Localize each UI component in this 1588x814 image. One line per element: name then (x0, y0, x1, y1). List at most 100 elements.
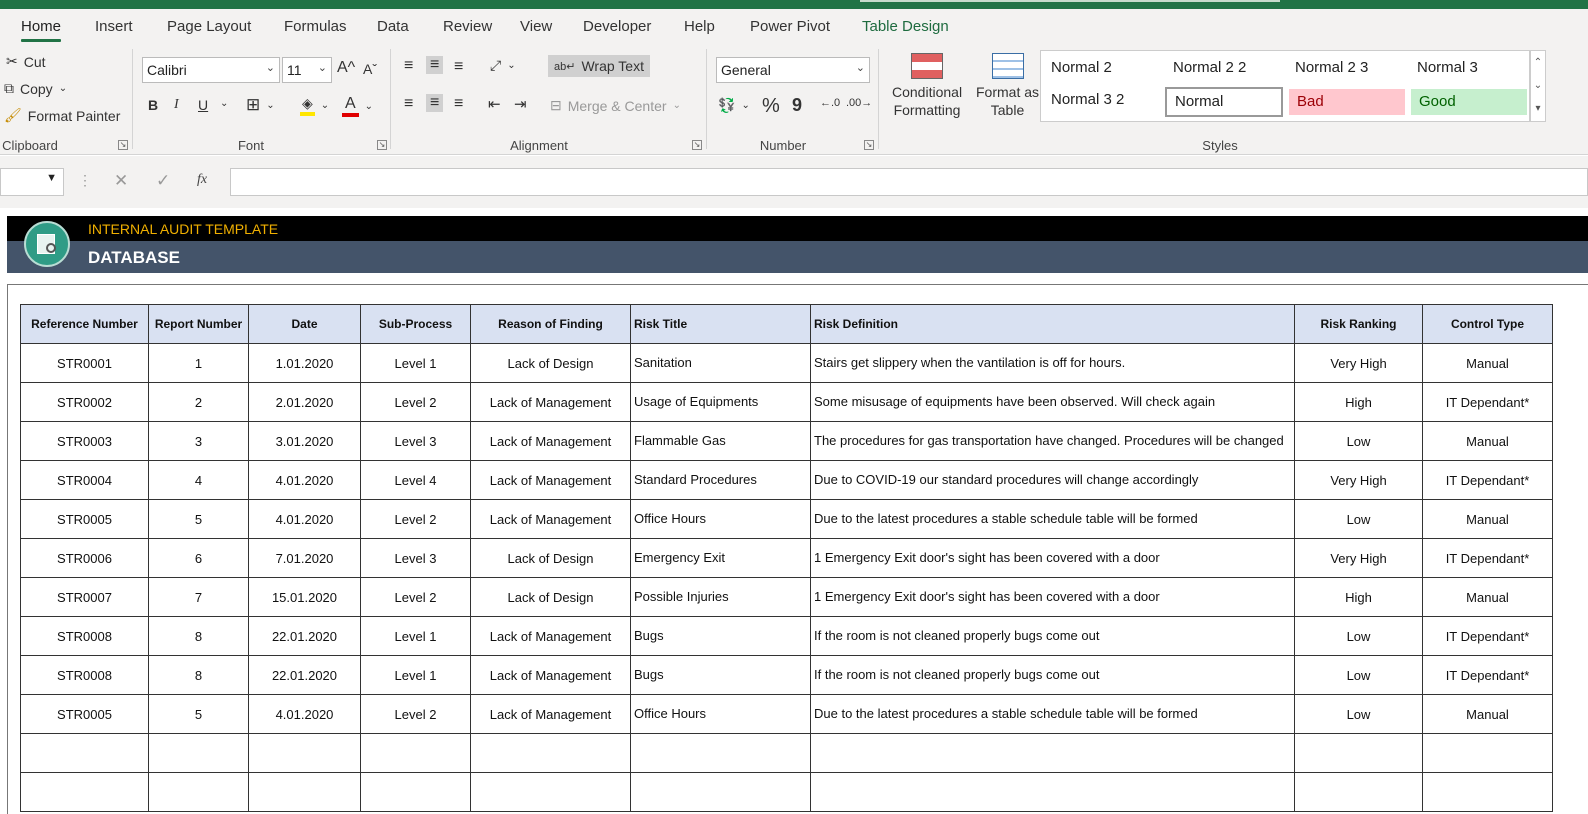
column-header[interactable]: Risk Definition (810, 304, 1295, 344)
table-cell[interactable] (1294, 733, 1423, 773)
table-cell[interactable]: 22.01.2020 (248, 655, 361, 695)
decrease-decimal-button[interactable]: .00→ (846, 97, 872, 109)
table-cell[interactable]: 7.01.2020 (248, 538, 361, 578)
table-cell[interactable]: Low (1294, 616, 1423, 656)
tab-power-pivot[interactable]: Power Pivot (750, 18, 830, 35)
column-header[interactable]: Report Number (148, 304, 249, 344)
table-cell[interactable]: 3 (148, 421, 249, 461)
table-cell[interactable]: STR0003 (20, 421, 149, 461)
table-cell[interactable] (360, 772, 471, 812)
table-cell[interactable]: High (1294, 577, 1423, 617)
table-cell[interactable]: 3.01.2020 (248, 421, 361, 461)
table-cell[interactable]: The procedures for gas transportation ha… (810, 421, 1295, 461)
table-cell[interactable]: 1.01.2020 (248, 343, 361, 383)
column-header[interactable]: Risk Title (630, 304, 811, 344)
table-cell[interactable]: Some misusage of equipments have been ob… (810, 382, 1295, 422)
column-header[interactable]: Reference Number (20, 304, 149, 344)
wrap-text-button[interactable]: ab↵ Wrap Text (548, 55, 650, 77)
dialog-launcher-icon[interactable]: ↘ (118, 140, 128, 150)
table-cell[interactable] (148, 772, 249, 812)
table-cell[interactable]: Level 3 (360, 421, 471, 461)
dialog-launcher-icon[interactable]: ↘ (864, 140, 874, 150)
dialog-launcher-icon[interactable]: ↘ (377, 140, 387, 150)
gallery-scroll[interactable]: ⌃ ⌄ ▾ (1530, 50, 1546, 122)
table-cell[interactable] (470, 772, 631, 812)
increase-decimal-button[interactable]: ←.0 (820, 97, 840, 109)
table-cell[interactable] (20, 733, 149, 773)
table-cell[interactable]: STR0002 (20, 382, 149, 422)
table-cell[interactable]: 2.01.2020 (248, 382, 361, 422)
fill-color-button[interactable]: ◈ ⌄ (300, 95, 329, 116)
table-cell[interactable]: 1 Emergency Exit door's sight has been c… (810, 538, 1295, 578)
percent-button[interactable]: % (762, 95, 780, 118)
style-normal-2[interactable]: Normal 2 (1043, 55, 1120, 81)
align-center-button[interactable]: ≡ (426, 94, 444, 112)
merge-center-button[interactable]: ⊟ Merge & Center ⌄ (550, 97, 681, 114)
column-header[interactable]: Sub-Process (360, 304, 471, 344)
table-cell[interactable]: Lack of Management (470, 460, 631, 500)
table-cell[interactable]: 2 (148, 382, 249, 422)
table-cell[interactable] (1422, 772, 1553, 812)
italic-button[interactable]: I (174, 97, 179, 113)
copy-button[interactable]: ⧉ Copy ⌄ (4, 80, 67, 97)
borders-button[interactable]: ⊞ ⌄ (246, 95, 275, 115)
orientation-button[interactable]: ⤢ ⌄ (490, 57, 516, 74)
table-cell[interactable]: Stairs get slippery when the vantilation… (810, 343, 1295, 383)
table-cell[interactable]: Level 2 (360, 499, 471, 539)
table-cell[interactable]: Bugs (630, 655, 811, 695)
table-cell[interactable]: Level 1 (360, 655, 471, 695)
style-normal-3[interactable]: Normal 3 (1409, 55, 1486, 81)
table-cell[interactable]: Office Hours (630, 694, 811, 734)
table-cell[interactable]: If the room is not cleaned properly bugs… (810, 655, 1295, 695)
tab-view[interactable]: View (520, 18, 552, 35)
table-cell[interactable]: STR0005 (20, 694, 149, 734)
table-cell[interactable]: Lack of Management (470, 655, 631, 695)
table-cell[interactable]: High (1294, 382, 1423, 422)
table-cell[interactable]: STR0008 (20, 616, 149, 656)
table-cell[interactable]: Office Hours (630, 499, 811, 539)
table-cell[interactable]: STR0005 (20, 499, 149, 539)
table-cell[interactable]: 5 (148, 694, 249, 734)
table-cell[interactable]: Due to COVID-19 our standard procedures … (810, 460, 1295, 500)
style-normal[interactable]: Normal (1165, 87, 1283, 117)
table-cell[interactable]: If the room is not cleaned properly bugs… (810, 616, 1295, 656)
table-cell[interactable]: Low (1294, 655, 1423, 695)
table-cell[interactable]: Very High (1294, 460, 1423, 500)
table-cell[interactable]: IT Dependant* (1422, 655, 1553, 695)
tab-table-design[interactable]: Table Design (862, 18, 949, 35)
style-normal-3-2[interactable]: Normal 3 2 (1043, 87, 1132, 113)
table-cell[interactable]: Sanitation (630, 343, 811, 383)
tab-developer[interactable]: Developer (583, 18, 651, 35)
table-cell[interactable] (1294, 772, 1423, 812)
style-bad[interactable]: Bad (1289, 89, 1405, 115)
table-cell[interactable]: Very High (1294, 343, 1423, 383)
name-box[interactable]: ▼ (0, 168, 64, 196)
table-cell[interactable]: STR0001 (20, 343, 149, 383)
table-cell[interactable]: 15.01.2020 (248, 577, 361, 617)
decrease-indent-button[interactable]: ⇤ (488, 95, 501, 113)
table-cell[interactable]: Low (1294, 421, 1423, 461)
table-cell[interactable]: Due to the latest procedures a stable sc… (810, 694, 1295, 734)
table-cell[interactable]: STR0008 (20, 655, 149, 695)
table-cell[interactable]: Lack of Management (470, 694, 631, 734)
table-cell[interactable]: Lack of Design (470, 343, 631, 383)
table-cell[interactable]: Lack of Management (470, 421, 631, 461)
table-cell[interactable] (630, 733, 811, 773)
align-right-button[interactable]: ≡ (454, 95, 463, 113)
table-cell[interactable]: 4.01.2020 (248, 499, 361, 539)
style-normal-2-3[interactable]: Normal 2 3 (1287, 55, 1376, 81)
increase-indent-button[interactable]: ⇥ (514, 95, 527, 113)
table-cell[interactable]: Level 1 (360, 343, 471, 383)
table-cell[interactable]: Usage of Equipments (630, 382, 811, 422)
table-cell[interactable]: Manual (1422, 577, 1553, 617)
table-cell[interactable]: IT Dependant* (1422, 382, 1553, 422)
table-cell[interactable]: 8 (148, 655, 249, 695)
table-cell[interactable]: Manual (1422, 499, 1553, 539)
table-cell[interactable]: Manual (1422, 421, 1553, 461)
tab-review[interactable]: Review (443, 18, 492, 35)
table-cell[interactable]: Standard Procedures (630, 460, 811, 500)
tab-page-layout[interactable]: Page Layout (167, 18, 251, 35)
table-cell[interactable] (1422, 733, 1553, 773)
table-cell[interactable]: Level 2 (360, 382, 471, 422)
table-cell[interactable]: Low (1294, 694, 1423, 734)
